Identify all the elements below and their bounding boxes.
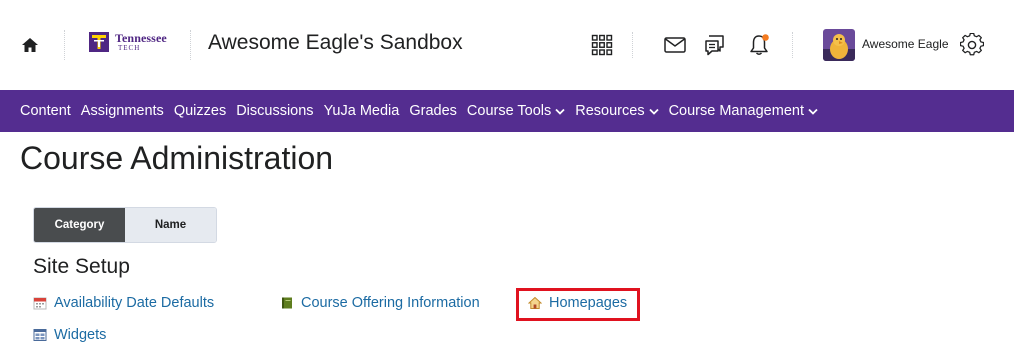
- widgets-icon: [33, 329, 47, 341]
- nav-quizzes[interactable]: Quizzes: [174, 103, 226, 119]
- nav-course-tools[interactable]: Course Tools: [467, 103, 565, 119]
- nav-discussions[interactable]: Discussions: [236, 103, 313, 119]
- nav-assignments[interactable]: Assignments: [81, 103, 164, 119]
- bell-icon[interactable]: [747, 33, 771, 57]
- notification-dot: [762, 34, 769, 41]
- nav-label: Discussions: [236, 103, 314, 119]
- university-logo[interactable]: Tennessee TECH: [88, 30, 188, 60]
- book-icon: [282, 297, 292, 309]
- nav-label: Quizzes: [173, 103, 227, 119]
- nav-label: YuJa Media: [323, 103, 400, 119]
- chat-icon[interactable]: [703, 33, 727, 57]
- divider: [190, 30, 191, 60]
- chevron-down-icon: [648, 108, 659, 115]
- divider: [64, 30, 65, 60]
- divider: [632, 32, 633, 58]
- avatar[interactable]: [823, 29, 855, 61]
- nav-label: Course Tools: [466, 103, 552, 119]
- nav-label: Course Management: [668, 103, 804, 119]
- nav-content[interactable]: Content: [20, 103, 71, 119]
- divider: [792, 32, 793, 58]
- course-title[interactable]: Awesome Eagle's Sandbox: [208, 31, 463, 55]
- chevron-down-icon: [808, 108, 818, 115]
- link-label: Availability Date Defaults: [54, 295, 215, 311]
- chevron-down-icon: [555, 108, 565, 115]
- link-label: Course Offering Information: [301, 295, 480, 311]
- course-navbar: Content Assignments Quizzes Discussions …: [0, 90, 1014, 132]
- category-toggle-button[interactable]: Category: [34, 208, 125, 242]
- mail-icon[interactable]: [663, 33, 687, 57]
- logo-sub: TECH: [118, 44, 141, 52]
- highlight-box: [516, 288, 640, 321]
- calendar-icon: [33, 297, 47, 310]
- view-toggle: Category Name: [33, 207, 217, 243]
- nav-grades[interactable]: Grades: [409, 103, 457, 119]
- nav-label: Assignments: [80, 103, 164, 119]
- widgets-link[interactable]: Widgets: [33, 327, 106, 343]
- nav-label: Content: [20, 103, 71, 119]
- user-name[interactable]: Awesome Eagle: [862, 37, 949, 51]
- gear-icon[interactable]: [960, 33, 984, 57]
- navbar-items: Content Assignments Quizzes Discussions …: [20, 90, 818, 132]
- course-offering-information-link[interactable]: Course Offering Information: [280, 295, 480, 311]
- name-toggle-button[interactable]: Name: [125, 208, 216, 242]
- nav-yuja-media[interactable]: YuJa Media: [324, 103, 400, 119]
- nav-label: Grades: [409, 103, 457, 119]
- waffle-grid-icon[interactable]: [590, 33, 614, 57]
- nav-resources[interactable]: Resources: [575, 103, 659, 119]
- section-heading: Site Setup: [33, 255, 130, 278]
- availability-date-defaults-link[interactable]: Availability Date Defaults: [33, 295, 214, 311]
- nav-course-management[interactable]: Course Management: [669, 103, 818, 119]
- tt-logo-icon: [89, 32, 109, 52]
- top-header: Tennessee TECH Awesome Eagle's Sandbox A…: [0, 0, 1014, 90]
- nav-label: Resources: [575, 103, 645, 119]
- page-title: Course Administration: [20, 140, 334, 176]
- link-label: Widgets: [54, 327, 107, 343]
- home-icon[interactable]: [20, 35, 40, 55]
